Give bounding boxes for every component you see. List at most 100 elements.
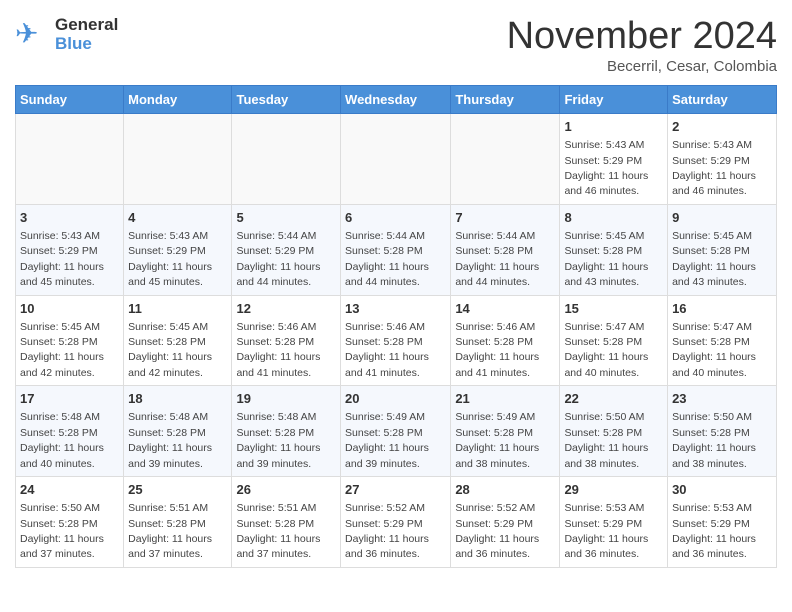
day-number: 28 [455, 481, 555, 499]
day-number: 20 [345, 390, 446, 408]
calendar-cell [451, 114, 560, 205]
calendar-cell: 6 Sunrise: 5:44 AM Sunset: 5:28 PM Daylig… [341, 204, 451, 295]
calendar-cell: 5Sunrise: 5:44 AM Sunset: 5:29 PM Daylig… [232, 204, 341, 295]
day-info: Sunrise: 5:52 AM Sunset: 5:29 PM Dayligh… [455, 502, 539, 560]
day-number: 19 [236, 390, 336, 408]
calendar-cell: 17 Sunrise: 5:48 AM Sunset: 5:28 PM Dayli… [16, 386, 124, 477]
day-info: Sunrise: 5:49 AM Sunset: 5:28 PM Dayligh… [455, 411, 539, 469]
logo-icon: ✈ [15, 15, 55, 55]
day-info: Sunrise: 5:45 AM Sunset: 5:28 PM Dayligh… [20, 321, 104, 379]
day-info: Sunrise: 5:50 AM Sunset: 5:28 PM Dayligh… [20, 502, 104, 560]
calendar-cell [232, 114, 341, 205]
day-number: 7 [455, 209, 555, 227]
day-info: Sunrise: 5:53 AM Sunset: 5:29 PM Dayligh… [564, 502, 648, 560]
calendar-cell: 15 Sunrise: 5:47 AM Sunset: 5:28 PM Dayli… [560, 295, 668, 386]
day-number: 5 [236, 209, 336, 227]
day-info: Sunrise: 5:52 AM Sunset: 5:29 PM Dayligh… [345, 502, 429, 560]
day-info: Sunrise: 5:49 AM Sunset: 5:28 PM Dayligh… [345, 411, 429, 469]
day-number: 18 [128, 390, 227, 408]
day-info: Sunrise: 5:51 AM Sunset: 5:28 PM Dayligh… [236, 502, 320, 560]
day-number: 29 [564, 481, 663, 499]
calendar-cell: 3 Sunrise: 5:43 AM Sunset: 5:29 PM Daylig… [16, 204, 124, 295]
day-info: Sunrise: 5:43 AM Sunset: 5:29 PM Dayligh… [672, 139, 756, 197]
calendar-cell: 14 Sunrise: 5:46 AM Sunset: 5:28 PM Dayli… [451, 295, 560, 386]
calendar-cell: 23 Sunrise: 5:50 AM Sunset: 5:28 PM Dayli… [668, 386, 777, 477]
logo-blue: Blue [55, 35, 118, 54]
day-info: Sunrise: 5:46 AM Sunset: 5:28 PM Dayligh… [236, 321, 320, 379]
day-info: Sunrise: 5:43 AM Sunset: 5:29 PM Dayligh… [20, 230, 104, 288]
day-info: Sunrise: 5:47 AM Sunset: 5:28 PM Dayligh… [672, 321, 756, 379]
calendar-week-2: 3 Sunrise: 5:43 AM Sunset: 5:29 PM Daylig… [16, 204, 777, 295]
calendar-cell: 26Sunrise: 5:51 AM Sunset: 5:28 PM Dayli… [232, 477, 341, 568]
calendar-cell [124, 114, 232, 205]
day-number: 17 [20, 390, 119, 408]
logo-text: General Blue [55, 16, 118, 53]
day-number: 25 [128, 481, 227, 499]
day-info: Sunrise: 5:50 AM Sunset: 5:28 PM Dayligh… [564, 411, 648, 469]
calendar-cell: 10 Sunrise: 5:45 AM Sunset: 5:28 PM Dayli… [16, 295, 124, 386]
month-title: November 2024 [507, 15, 777, 58]
location: Becerril, Cesar, Colombia [507, 58, 777, 75]
calendar-cell: 13 Sunrise: 5:46 AM Sunset: 5:28 PM Dayli… [341, 295, 451, 386]
day-info: Sunrise: 5:44 AM Sunset: 5:28 PM Dayligh… [455, 230, 539, 288]
day-number: 15 [564, 300, 663, 318]
day-info: Sunrise: 5:48 AM Sunset: 5:28 PM Dayligh… [20, 411, 104, 469]
weekday-header-saturday: Saturday [668, 86, 777, 114]
day-number: 23 [672, 390, 772, 408]
day-number: 14 [455, 300, 555, 318]
weekday-header-sunday: Sunday [16, 86, 124, 114]
day-info: Sunrise: 5:50 AM Sunset: 5:28 PM Dayligh… [672, 411, 756, 469]
calendar-cell: 2 Sunrise: 5:43 AM Sunset: 5:29 PM Daylig… [668, 114, 777, 205]
day-number: 11 [128, 300, 227, 318]
calendar-cell: 20 Sunrise: 5:49 AM Sunset: 5:28 PM Dayli… [341, 386, 451, 477]
calendar-cell: 4 Sunrise: 5:43 AM Sunset: 5:29 PM Daylig… [124, 204, 232, 295]
calendar-cell: 9 Sunrise: 5:45 AM Sunset: 5:28 PM Daylig… [668, 204, 777, 295]
day-number: 13 [345, 300, 446, 318]
calendar-cell: 18Sunrise: 5:48 AM Sunset: 5:28 PM Dayli… [124, 386, 232, 477]
day-info: Sunrise: 5:46 AM Sunset: 5:28 PM Dayligh… [455, 321, 539, 379]
day-info: Sunrise: 5:47 AM Sunset: 5:28 PM Dayligh… [564, 321, 648, 379]
day-number: 6 [345, 209, 446, 227]
day-number: 21 [455, 390, 555, 408]
calendar-cell: 1Sunrise: 5:43 AM Sunset: 5:29 PM Daylig… [560, 114, 668, 205]
calendar-week-3: 10 Sunrise: 5:45 AM Sunset: 5:28 PM Dayli… [16, 295, 777, 386]
calendar-cell: 16 Sunrise: 5:47 AM Sunset: 5:28 PM Dayli… [668, 295, 777, 386]
svg-text:✈: ✈ [15, 18, 38, 49]
calendar-cell: 25 Sunrise: 5:51 AM Sunset: 5:28 PM Dayli… [124, 477, 232, 568]
day-info: Sunrise: 5:53 AM Sunset: 5:29 PM Dayligh… [672, 502, 756, 560]
weekday-header-wednesday: Wednesday [341, 86, 451, 114]
calendar-cell: 22Sunrise: 5:50 AM Sunset: 5:28 PM Dayli… [560, 386, 668, 477]
calendar-cell [341, 114, 451, 205]
calendar-cell: 12 Sunrise: 5:46 AM Sunset: 5:28 PM Dayli… [232, 295, 341, 386]
day-number: 9 [672, 209, 772, 227]
day-info: Sunrise: 5:46 AM Sunset: 5:28 PM Dayligh… [345, 321, 429, 379]
day-info: Sunrise: 5:48 AM Sunset: 5:28 PM Dayligh… [236, 411, 320, 469]
day-info: Sunrise: 5:43 AM Sunset: 5:29 PM Dayligh… [564, 139, 648, 197]
calendar-week-5: 24 Sunrise: 5:50 AM Sunset: 5:28 PM Dayli… [16, 477, 777, 568]
calendar-header: SundayMondayTuesdayWednesdayThursdayFrid… [16, 86, 777, 114]
day-info: Sunrise: 5:44 AM Sunset: 5:28 PM Dayligh… [345, 230, 429, 288]
logo: ✈ General Blue [15, 15, 118, 55]
title-section: November 2024 Becerril, Cesar, Colombia [507, 15, 777, 75]
calendar-week-4: 17 Sunrise: 5:48 AM Sunset: 5:28 PM Dayli… [16, 386, 777, 477]
calendar-table: SundayMondayTuesdayWednesdayThursdayFrid… [15, 85, 777, 568]
calendar-cell: 24 Sunrise: 5:50 AM Sunset: 5:28 PM Dayli… [16, 477, 124, 568]
day-number: 24 [20, 481, 119, 499]
header: ✈ General Blue November 2024 Becerril, C… [15, 15, 777, 75]
calendar-cell: 11 Sunrise: 5:45 AM Sunset: 5:28 PM Dayli… [124, 295, 232, 386]
day-info: Sunrise: 5:45 AM Sunset: 5:28 PM Dayligh… [564, 230, 648, 288]
day-number: 16 [672, 300, 772, 318]
day-number: 10 [20, 300, 119, 318]
day-info: Sunrise: 5:51 AM Sunset: 5:28 PM Dayligh… [128, 502, 212, 560]
day-info: Sunrise: 5:43 AM Sunset: 5:29 PM Dayligh… [128, 230, 212, 288]
day-info: Sunrise: 5:45 AM Sunset: 5:28 PM Dayligh… [672, 230, 756, 288]
day-number: 2 [672, 118, 772, 136]
calendar-cell: 30Sunrise: 5:53 AM Sunset: 5:29 PM Dayli… [668, 477, 777, 568]
day-number: 3 [20, 209, 119, 227]
calendar-cell [16, 114, 124, 205]
day-info: Sunrise: 5:45 AM Sunset: 5:28 PM Dayligh… [128, 321, 212, 379]
calendar-cell: 29 Sunrise: 5:53 AM Sunset: 5:29 PM Dayli… [560, 477, 668, 568]
day-number: 4 [128, 209, 227, 227]
day-number: 12 [236, 300, 336, 318]
weekday-header-monday: Monday [124, 86, 232, 114]
